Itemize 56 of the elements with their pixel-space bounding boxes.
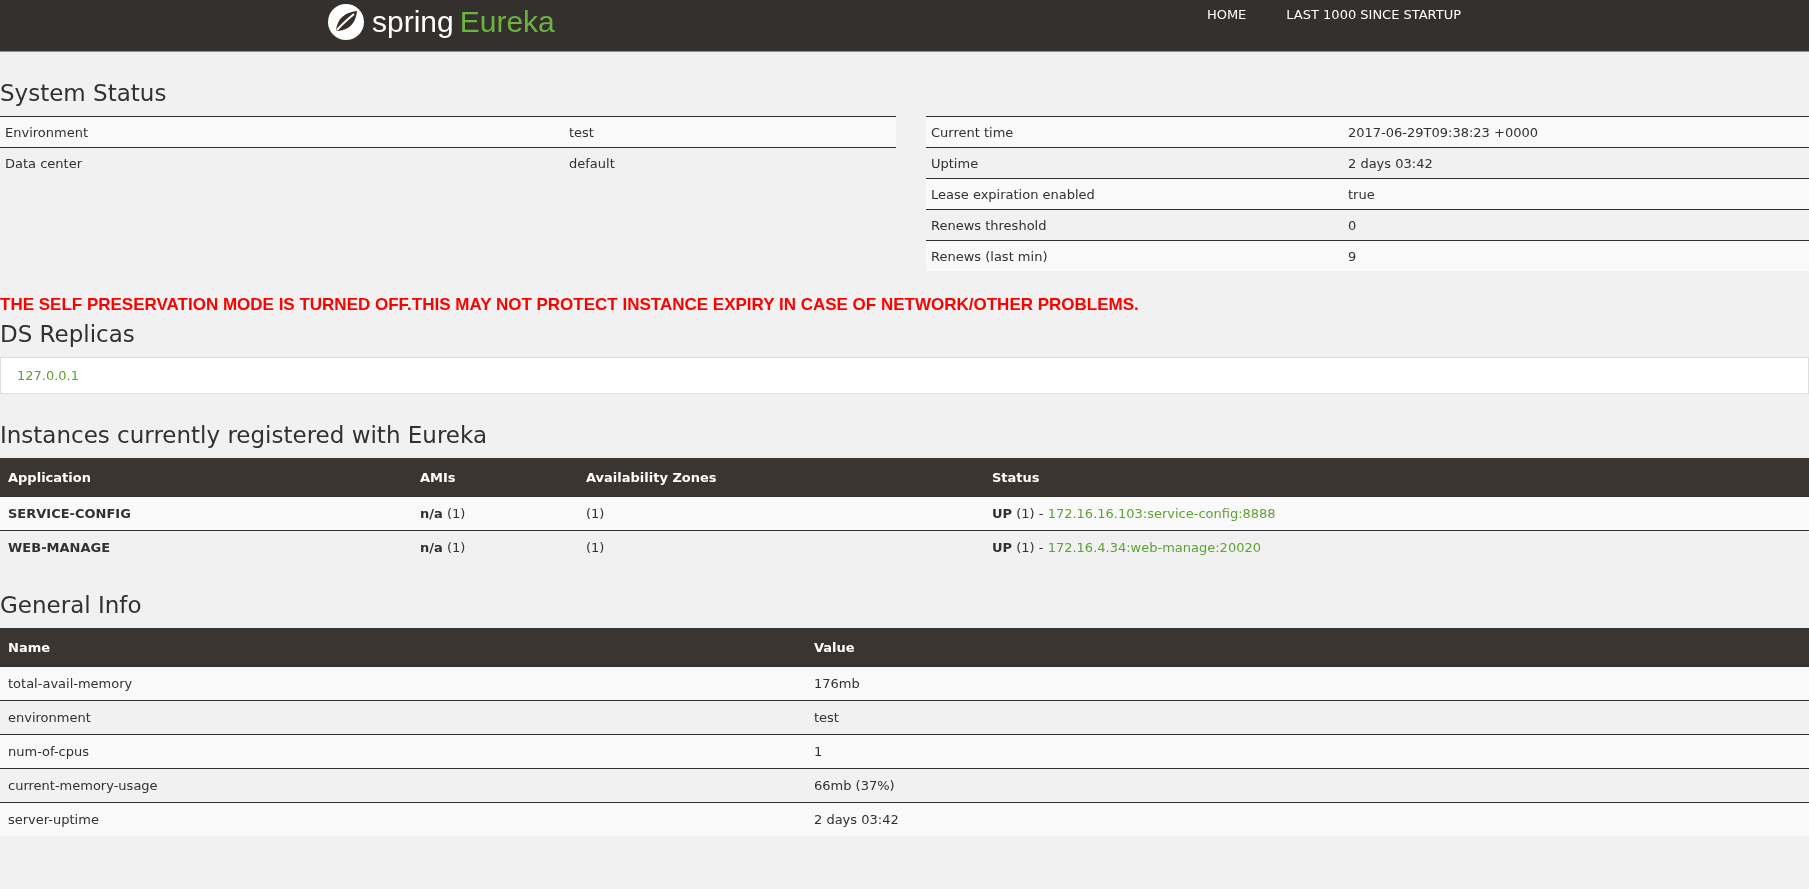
table-cell: Renews (last min) [926,240,1343,271]
column-header: Application [0,458,412,497]
table-cell: 176mb [806,666,1809,701]
ami-text: n/a [420,540,443,555]
separator-text: - [1038,506,1044,521]
instance-link[interactable]: 172.16.16.103:service-config:8888 [1047,506,1276,521]
table-cell: Uptime [926,147,1343,179]
table-cell: 9 [1343,240,1809,271]
table-cell: true [1343,178,1809,210]
status-text: UP [992,540,1013,555]
ami-text: n/a [420,506,443,521]
column-header: Name [0,628,806,667]
replica-link[interactable]: 127.0.0.1 [17,368,80,383]
table-cell: (1) [578,496,984,531]
section-heading: System Status [0,80,168,106]
table-cell: 1 [806,734,1809,769]
table-cell: 0 [1343,209,1809,241]
column-header: Value [806,628,1809,667]
status-count: (1) [1016,540,1035,555]
table-cell: server-uptime [0,802,806,836]
ami-count: (1) [446,506,466,521]
table-cell: total-avail-memory [0,666,806,701]
table-cell: 2017-06-29T09:38:23 +0000 [1343,116,1809,148]
table-cell: Environment [0,116,564,148]
ami-count: (1) [446,540,466,555]
warning-message: THE SELF PRESERVATION MODE IS TURNED OFF.THIS MAY NOT PROTECT INSTANCE EXPIRY IN CASE OF NETWORK/OTHER PROBLEMS. [0,295,1140,315]
table-cell: 66mb (37%) [806,768,1809,803]
separator-text: - [1038,540,1044,555]
table-cell: Data center [0,147,564,178]
section-heading: General Info [0,592,143,618]
table-cell: WEB-MANAGE [0,530,412,564]
table-cell: (1) [578,530,984,564]
table-cell: SERVICE-CONFIG [0,496,412,531]
table-cell: Current time [926,116,1343,148]
logo-product-text: Eureka [459,4,555,40]
table-cell: num-of-cpus [0,734,806,769]
instance-link[interactable]: 172.16.4.34:web-manage:20020 [1047,540,1261,555]
column-header: Availability Zones [578,458,984,497]
column-header: AMIs [412,458,578,497]
status-count: (1) [1016,506,1035,521]
status-text: UP [992,506,1013,521]
table-cell: Lease expiration enabled [926,178,1343,210]
nav-link[interactable]: LAST 1000 SINCE STARTUP [1286,7,1461,22]
table-cell: 2 days 03:42 [1343,147,1809,179]
table-cell: test [564,116,896,148]
table-cell: test [806,700,1809,735]
section-heading: DS Replicas [0,321,136,347]
table-cell: environment [0,700,806,735]
table-cell: default [564,147,896,178]
column-header: Status [984,458,1809,497]
section-heading: Instances currently registered with Eureka [0,422,488,448]
logo-brand-text: spring [372,4,454,40]
table-cell: Renews threshold [926,209,1343,241]
table-cell: current-memory-usage [0,768,806,803]
table-cell: 2 days 03:42 [806,802,1809,836]
nav-link[interactable]: HOME [1206,7,1247,22]
